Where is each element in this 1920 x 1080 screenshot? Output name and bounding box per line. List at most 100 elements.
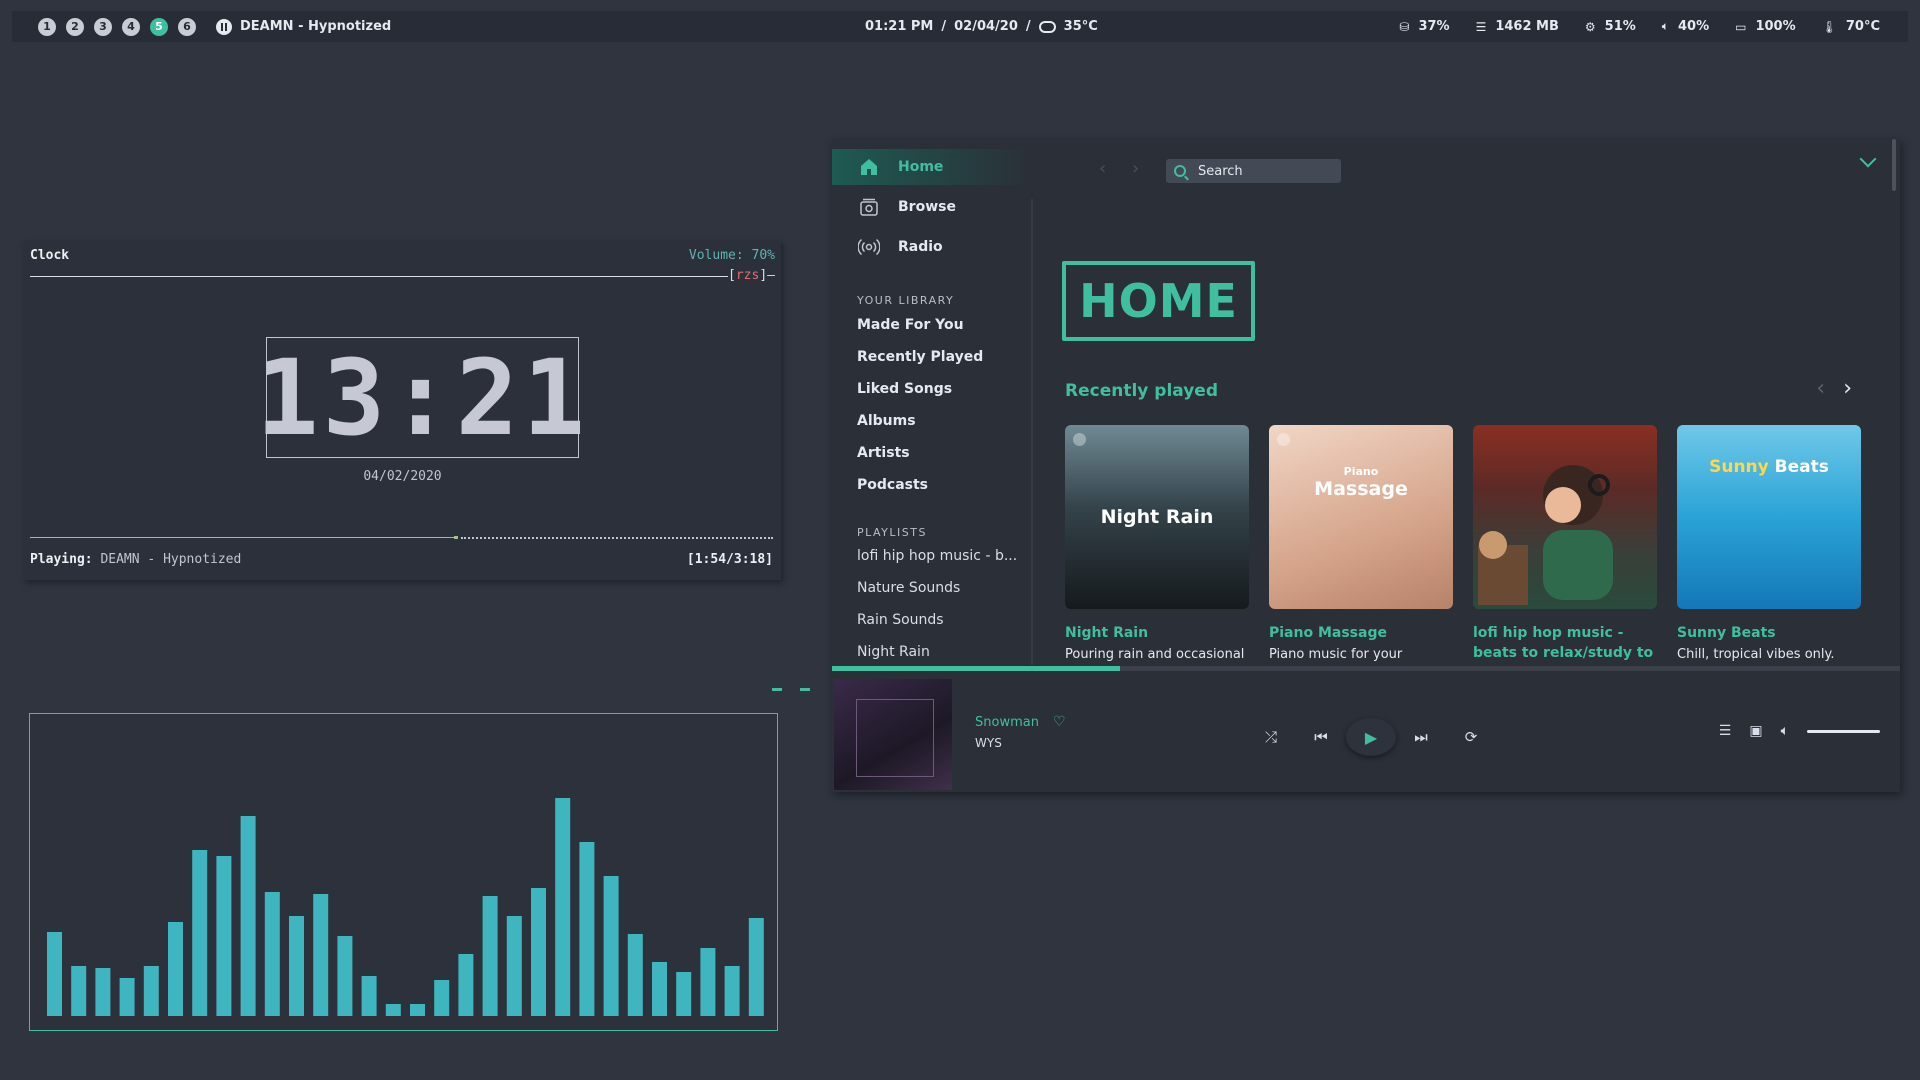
visualizer-bar (168, 922, 183, 1016)
album-card[interactable]: Night Rain Night Rain Pouring rain and o… (1065, 425, 1249, 662)
devices-icon[interactable]: ▣ (1749, 723, 1762, 739)
visualizer-bar (555, 798, 571, 1016)
playlist-item[interactable]: Nature Sounds (857, 580, 960, 596)
album-art[interactable]: Piano Massage (1269, 425, 1453, 609)
track-artist[interactable]: WYS (975, 736, 1002, 750)
card-title[interactable]: Sunny Beats (1677, 623, 1861, 643)
shuffle-icon[interactable]: ⤮ (1246, 728, 1296, 746)
track-progress-bar[interactable] (30, 536, 773, 540)
playlist-item[interactable]: Rain Sounds (857, 612, 944, 628)
visualizer-bar (531, 888, 546, 1016)
art-text: Night Rain (1100, 506, 1214, 528)
workspace-2[interactable]: 2 (66, 17, 84, 36)
main-content: ‹ › Search HOME Recently played ‹ › Nigh… (1032, 139, 1900, 665)
previous-icon[interactable]: ⏮︎ (1296, 728, 1346, 746)
visualizer-bar (240, 816, 256, 1016)
cloud-icon (1038, 20, 1056, 33)
nav-home-label: Home (898, 159, 944, 175)
chevron-down-icon[interactable] (1859, 150, 1877, 168)
system-stats: ⛁ 37% ☰ 1462 MB ⚙ 51% 🔈︎ 40% ▭ 100% 🌡︎ 70°C (1399, 19, 1880, 34)
queue-icon[interactable]: ☰ (1719, 723, 1732, 739)
library-item[interactable]: Albums (857, 413, 916, 429)
next-icon[interactable]: ⏭︎ (1396, 728, 1446, 746)
card-title[interactable]: Piano Massage (1269, 623, 1453, 643)
workspace-6[interactable]: 6 (178, 17, 196, 36)
clock-volume: Volume: 70% (688, 248, 775, 263)
now-playing-widget[interactable]: DEAMN - Hypnotized (216, 18, 391, 35)
library-item[interactable]: Recently Played (857, 349, 983, 365)
carousel-arrows: ‹ › (1816, 376, 1852, 401)
clock-tag: [rzs]– (728, 268, 775, 283)
chevron-left-icon[interactable]: ‹ (1816, 376, 1825, 401)
visualizer-bar (313, 894, 329, 1016)
art-text: Massage (1314, 477, 1408, 500)
radio-icon (858, 237, 880, 257)
album-art[interactable]: Sunny Beats (1677, 425, 1861, 609)
badge-icon (1073, 433, 1086, 446)
time-text: 01:21 PM (865, 19, 934, 34)
workspace-3[interactable]: 3 (94, 17, 112, 36)
visualizer-bar (676, 972, 692, 1016)
date-text: 02/04/20 (954, 19, 1018, 34)
playback-time: [1:54/3:18] (686, 552, 773, 567)
album-art[interactable] (1473, 425, 1657, 609)
visualizer-bar (700, 948, 716, 1016)
top-bar: 1 2 3 4 5 6 DEAMN - Hypnotized 01:21 PM … (12, 11, 1908, 42)
lofi-girl-illustration (1478, 465, 1613, 605)
workspace-1[interactable]: 1 (38, 17, 56, 36)
visualizer-bar (434, 980, 450, 1016)
visualizer-bar (724, 966, 740, 1016)
card-description: Chill, tropical vibes only. (1677, 647, 1835, 662)
card-title[interactable]: Night Rain (1065, 623, 1249, 643)
playlist-item[interactable]: lofi hip hop music - b... (857, 548, 1017, 564)
library-item[interactable]: Made For You (857, 317, 964, 333)
play-button[interactable]: ▶ (1346, 718, 1396, 756)
repeat-icon[interactable]: ⟳ (1446, 728, 1496, 746)
now-playing-cover[interactable] (834, 679, 952, 790)
visualizer-bar (410, 1004, 425, 1016)
scrollbar[interactable] (1892, 139, 1896, 191)
album-card[interactable]: lofi hip hop music - beats to relax/stud… (1473, 425, 1657, 663)
library-item[interactable]: Podcasts (857, 477, 928, 493)
progress-knob[interactable] (453, 536, 458, 539)
chevron-right-icon[interactable]: › (1843, 376, 1852, 401)
cpu-icon: ⚙ (1584, 19, 1596, 34)
workspace-4[interactable]: 4 (122, 17, 140, 36)
nav-browse[interactable]: Browse (832, 189, 1032, 225)
album-card[interactable]: Sunny Beats Sunny Beats Chill, tropical … (1677, 425, 1861, 662)
pause-icon[interactable] (216, 18, 232, 35)
badge-icon (1277, 433, 1290, 446)
library-item[interactable]: Artists (857, 445, 910, 461)
library-item[interactable]: Liked Songs (857, 381, 952, 397)
audio-visualizer (29, 713, 778, 1031)
visualizer-bar (192, 850, 208, 1016)
search-placeholder: Search (1198, 163, 1243, 179)
visualizer-bar (216, 856, 232, 1016)
volume-slider[interactable] (1807, 729, 1880, 733)
search-input[interactable]: Search (1166, 159, 1341, 183)
speaker-icon: 🔈︎ (1661, 19, 1669, 33)
heart-icon[interactable]: ♡ (1053, 714, 1066, 730)
visualizer-bar (385, 1004, 401, 1016)
album-art[interactable]: Night Rain (1065, 425, 1249, 609)
speaker-icon[interactable]: 🔈︎ (1781, 723, 1789, 739)
volume-stat[interactable]: 🔈︎ 40% (1662, 19, 1709, 34)
visualizer-bar (458, 954, 474, 1016)
workspace-5[interactable]: 5 (150, 17, 168, 36)
tag-text: rzs (735, 268, 760, 283)
decorative-dash (800, 688, 810, 691)
nav-home[interactable]: Home (832, 149, 1032, 185)
weather-text: 35°C (1063, 19, 1098, 34)
track-title[interactable]: Snowman (975, 715, 1039, 730)
clock-title: Clock (30, 248, 70, 263)
forward-arrow-icon[interactable]: › (1132, 158, 1139, 179)
visualizer-bar (264, 892, 280, 1016)
art-text-small: Piano (1343, 464, 1379, 478)
card-title[interactable]: lofi hip hop music - beats to relax/stud… (1473, 623, 1657, 663)
playlist-item[interactable]: Night Rain (857, 644, 930, 660)
album-card[interactable]: Piano Massage Piano Massage Piano music … (1269, 425, 1453, 662)
nav-radio[interactable]: Radio (832, 229, 1032, 265)
back-arrow-icon[interactable]: ‹ (1099, 158, 1106, 179)
playback-controls: ⤮ ⏮︎ ▶ ⏭︎ ⟳ (1246, 718, 1496, 756)
cpu-value: 51% (1604, 19, 1636, 34)
